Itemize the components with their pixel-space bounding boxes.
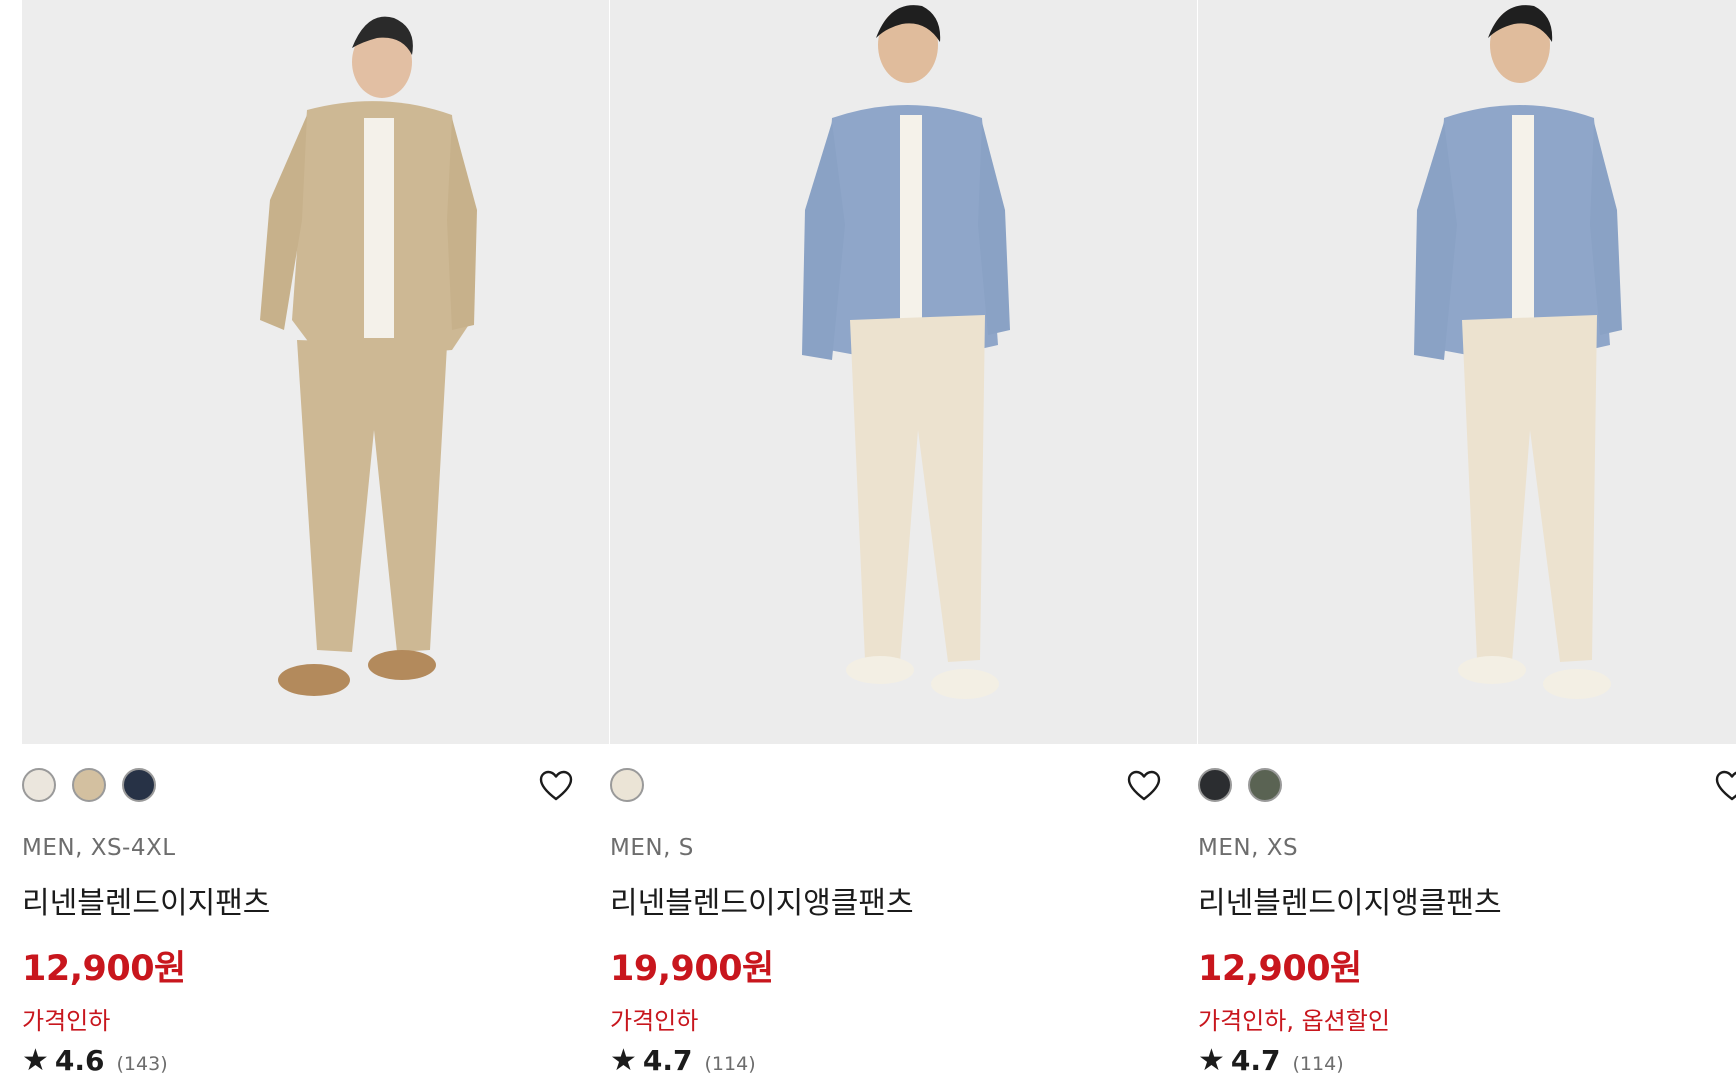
model-illustration — [1198, 0, 1736, 744]
heart-outline-icon — [1715, 770, 1736, 801]
review-count: (143) — [116, 1053, 168, 1075]
product-card[interactable]: MEN, S 리넨블렌드이지앵클팬츠 19,900원 가격인하 ★ 4.7 (1… — [610, 0, 1198, 1092]
product-grid: MEN, XS-4XL 리넨블렌드이지팬츠 12,900원 가격인하 ★ 4.6… — [22, 0, 1736, 1092]
promo-label: 가격인하, 옵션할인 — [1198, 1007, 1390, 1035]
color-swatch[interactable] — [122, 768, 156, 802]
color-swatches — [22, 768, 156, 806]
product-card[interactable]: MEN, XS 리넨블렌드이지앵클팬츠 12,900원 가격인하, 옵션할인 ★… — [1198, 0, 1736, 1092]
product-meta: MEN, XS-4XL — [22, 835, 176, 861]
star-icon: ★ — [610, 1043, 637, 1078]
product-card[interactable]: MEN, XS-4XL 리넨블렌드이지팬츠 12,900원 가격인하 ★ 4.6… — [22, 0, 610, 1092]
product-image[interactable] — [1198, 0, 1736, 744]
review-count: (114) — [1292, 1053, 1344, 1075]
color-swatches — [1198, 768, 1282, 806]
promo-label: 가격인하 — [610, 1007, 699, 1035]
star-icon: ★ — [1198, 1043, 1225, 1078]
promo-label: 가격인하 — [22, 1007, 111, 1035]
rating-score: 4.7 — [1230, 1044, 1281, 1077]
product-name[interactable]: 리넨블렌드이지앵클팬츠 — [1198, 878, 1502, 922]
color-swatch[interactable] — [22, 768, 56, 802]
rating-score: 4.6 — [54, 1044, 105, 1077]
rating-score: 4.7 — [642, 1044, 693, 1077]
product-name[interactable]: 리넨블렌드이지앵클팬츠 — [610, 878, 914, 922]
model-illustration — [610, 0, 1197, 744]
color-swatch[interactable] — [1198, 768, 1232, 802]
heart-outline-icon — [1127, 770, 1161, 801]
product-price: 12,900원 — [22, 949, 186, 989]
product-meta: MEN, S — [610, 835, 694, 861]
color-swatch[interactable] — [610, 768, 644, 802]
product-meta: MEN, XS — [1198, 835, 1299, 861]
product-image[interactable] — [22, 0, 609, 744]
color-swatches — [610, 768, 644, 806]
product-image[interactable] — [610, 0, 1197, 744]
rating: ★ 4.6 (143) — [22, 1044, 168, 1077]
favorite-button[interactable] — [536, 766, 576, 806]
rating: ★ 4.7 (114) — [1198, 1044, 1344, 1077]
favorite-button[interactable] — [1124, 766, 1164, 806]
rating: ★ 4.7 (114) — [610, 1044, 756, 1077]
star-icon: ★ — [22, 1043, 49, 1078]
review-count: (114) — [704, 1053, 756, 1075]
color-swatch[interactable] — [1248, 768, 1282, 802]
product-price: 12,900원 — [1198, 949, 1362, 989]
heart-outline-icon — [539, 770, 573, 801]
product-price: 19,900원 — [610, 949, 774, 989]
color-swatch[interactable] — [72, 768, 106, 802]
favorite-button[interactable] — [1712, 766, 1736, 806]
product-name[interactable]: 리넨블렌드이지팬츠 — [22, 878, 270, 922]
model-illustration — [22, 0, 609, 744]
